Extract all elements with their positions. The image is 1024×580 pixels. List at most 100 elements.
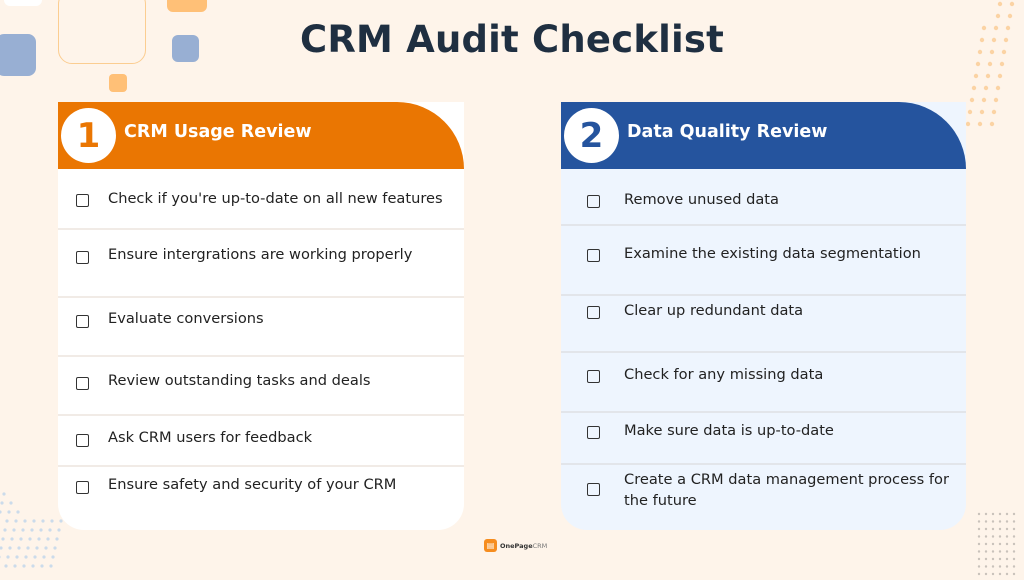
brand-logo: ▤ OnePageCRM (484, 539, 547, 552)
decorative-dot (995, 85, 1001, 91)
decorative-dot (969, 97, 975, 103)
checklist-item-text: Create a CRM data management process for… (624, 471, 949, 509)
section-number-badge: 2 (564, 108, 619, 163)
decorative-dot (1005, 520, 1009, 523)
decorative-dot (10, 537, 14, 541)
decorative-dots-bottom-right (977, 512, 1016, 576)
decorative-dot (977, 542, 981, 546)
decorative-dot (965, 121, 971, 127)
decorative-dot (16, 510, 20, 514)
decorative-dot (1005, 527, 1009, 531)
checkbox[interactable] (76, 377, 89, 390)
book-icon: ▤ (484, 539, 497, 552)
checkbox[interactable] (76, 481, 89, 494)
checkbox[interactable] (587, 306, 600, 319)
decorative-dot (35, 546, 39, 550)
decorative-dot (59, 519, 63, 523)
decorative-dot (975, 61, 981, 67)
decorative-dot (1012, 550, 1016, 553)
decorative-dot (2, 492, 6, 496)
decorative-dot (991, 520, 995, 523)
checkbox[interactable] (76, 194, 89, 207)
decorative-dot (42, 555, 46, 559)
row-divider (58, 228, 464, 230)
section-card-crm-usage: 1 CRM Usage Review Check if you're up-to… (58, 102, 464, 530)
decorative-dot (991, 527, 995, 531)
decorative-dot (997, 1, 1003, 7)
decorative-dot (973, 73, 979, 79)
decorative-dot (993, 97, 999, 103)
row-divider (58, 414, 464, 416)
decorative-dot (998, 557, 1002, 561)
decorative-dot (1005, 535, 1009, 538)
checklist-item-text: Make sure data is up-to-date (624, 422, 834, 439)
row-divider (561, 224, 966, 226)
decorative-dot (23, 519, 27, 523)
decorative-dot (987, 61, 993, 67)
decorative-dot (991, 572, 995, 576)
decorative-dot (984, 550, 988, 553)
decorative-dot (26, 546, 30, 550)
checkbox[interactable] (76, 434, 89, 447)
decorative-dot (1012, 565, 1016, 568)
checkbox[interactable] (76, 315, 89, 328)
decorative-dot (1012, 527, 1016, 531)
decorative-dot (977, 557, 981, 561)
decorative-dot (977, 565, 981, 568)
decorative-dot (1005, 557, 1009, 561)
decorative-dot (977, 512, 981, 516)
decorative-dot (55, 537, 59, 541)
decorative-dot (1012, 557, 1016, 561)
decorative-dot (991, 109, 997, 115)
decorative-dot (22, 564, 26, 568)
checkbox[interactable] (587, 426, 600, 439)
row-divider (561, 294, 966, 296)
decorative-dot (991, 550, 995, 553)
decorative-dot (998, 542, 1002, 546)
decorative-dot (1009, 1, 1015, 7)
decorative-dot (0, 501, 4, 505)
checklist-item-text: Review outstanding tasks and deals (108, 372, 371, 389)
decorative-dot (981, 97, 987, 103)
checklist-item-text: Check for any missing data (624, 366, 824, 383)
decorative-dot (17, 546, 21, 550)
decorative-dot (4, 564, 8, 568)
decorative-dot (984, 512, 988, 516)
decorative-dot (991, 535, 995, 538)
decorative-dot (9, 501, 13, 505)
checkbox[interactable] (587, 195, 600, 208)
decorative-dot (12, 528, 16, 532)
decorative-dot (53, 546, 57, 550)
decorative-dot (0, 555, 1, 559)
section-number-badge: 1 (61, 108, 116, 163)
checkbox[interactable] (587, 483, 600, 496)
decorative-dot (977, 520, 981, 523)
decorative-dot (3, 528, 7, 532)
page-title: CRM Audit Checklist (299, 18, 725, 61)
decorative-dot (1012, 572, 1016, 576)
decorative-dot (991, 565, 995, 568)
decorative-dot (31, 564, 35, 568)
decorative-dot (985, 73, 991, 79)
decorative-dot (999, 61, 1005, 67)
decorative-dot (1005, 512, 1009, 516)
decorative-dot (50, 519, 54, 523)
brand-name-bold: OnePage (500, 541, 533, 550)
decorative-dot (984, 572, 988, 576)
decorative-dot (984, 557, 988, 561)
checkbox[interactable] (76, 251, 89, 264)
checkbox[interactable] (587, 249, 600, 262)
decorative-dot (5, 519, 9, 523)
decorative-square (4, 0, 42, 6)
decorative-dot (977, 550, 981, 553)
row-divider (561, 351, 966, 353)
decorative-dot (984, 520, 988, 523)
decorative-dot (48, 528, 52, 532)
decorative-dot (37, 537, 41, 541)
checklist-item-text: Remove unused data (624, 191, 779, 208)
decorative-dot (984, 565, 988, 568)
checkbox[interactable] (587, 370, 600, 383)
decorative-dot (977, 527, 981, 531)
section-title: CRM Usage Review (124, 122, 312, 142)
decorative-dot (15, 555, 19, 559)
